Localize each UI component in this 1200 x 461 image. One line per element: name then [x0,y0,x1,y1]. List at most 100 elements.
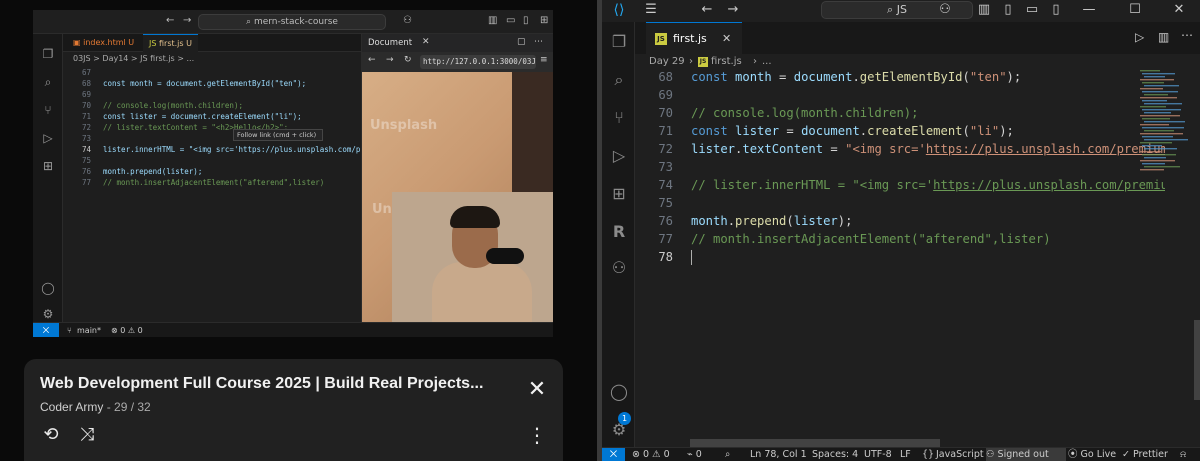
extensions-icon[interactable]: ⊞ [609,184,629,204]
code-text: // lister.innerHTML = "<img src='https:/… [691,178,1165,192]
language-mode[interactable]: JavaScript [936,448,984,461]
account-status[interactable]: ⚇ Signed out [986,448,1066,461]
playlist-title[interactable]: Web Development Full Course 2025 | Build… [40,375,520,393]
video-player-area: ← → ⌕ mern-stack-course ⚇ ▥ ▭ ▯ ⊞ ❐ ⌕ ⑂ … [0,0,600,461]
channel-name[interactable]: Coder Army [40,400,103,414]
ports-indicator[interactable]: ⌁ 0 [687,448,702,461]
zoom-icon[interactable]: ⌕ [725,448,730,461]
code-line[interactable]: 68 const month = document.getElementById(… [635,68,1165,86]
line-number: 68 [81,79,91,88]
code-text: lister.textContent = "<img src='https://… [691,142,1165,156]
run-debug-icon[interactable]: ▷ [609,146,629,166]
code-text [691,248,692,266]
maximize-icon[interactable]: ☐ [1126,2,1144,18]
code-line[interactable]: 69 [635,86,1165,104]
code-line: 71 const lister = document.createElement(… [63,111,363,122]
run-icon[interactable]: ▷ [1135,30,1144,44]
line-number: 73 [81,134,91,143]
copilot-chat-icon[interactable]: ⚇ [609,258,629,278]
encoding[interactable]: UTF-8 [864,448,892,461]
title-bar: ⟨⟩ ☰ ← → ⌕ JS ⚇ ▥ ▯ ▭ ▯ — ☐ ✕ [602,0,1200,22]
minimap[interactable] [1136,68,1196,178]
minimap-line [1144,166,1180,168]
search-icon[interactable]: ⌕ [609,70,629,90]
more-actions-icon[interactable]: ⋯ [1181,28,1193,42]
code-line[interactable]: 72 lister.textContent = "<img src='https:… [635,140,1165,158]
command-center-label: mern-stack-course [253,17,338,27]
tab-first-js: JS first.js U [143,34,198,52]
webcam-overlay [392,192,553,322]
tab-label: first.js U [158,39,192,48]
toggle-primary-sidebar-icon[interactable]: ▯ [999,2,1017,18]
video-frame[interactable]: ← → ⌕ mern-stack-course ⚇ ▥ ▭ ▯ ⊞ ❐ ⌕ ⑂ … [33,10,553,337]
search-text: JS [896,3,907,16]
minimap-line [1142,82,1164,84]
notifications-icon[interactable]: ⍾ [1180,448,1186,461]
source-control-icon: ⑂ [44,103,52,117]
code-line[interactable]: 71 const lister = document.createElement(… [635,122,1165,140]
code-line[interactable]: 76 month.prepend(lister); [635,212,1165,230]
copilot-icon[interactable]: ⚇ [936,2,954,18]
minimap-line [1142,91,1178,93]
minimap-line [1140,142,1172,144]
search-icon: ⌕ [44,75,52,89]
tab-label: index.html U [83,38,135,47]
minimap-line [1142,109,1181,111]
problems-indicator[interactable]: ⊗ 0 ⚠ 0 [632,448,670,461]
vertical-scrollbar[interactable] [1194,320,1200,400]
back-icon[interactable]: ← [698,2,716,18]
horizontal-scrollbar[interactable] [690,439,940,447]
forward-icon[interactable]: → [724,2,742,18]
indentation[interactable]: Spaces: 4 [812,448,858,461]
line-ending[interactable]: LF [900,448,911,461]
minimap-line [1142,118,1170,120]
repeat-icon[interactable]: ⟲ [40,424,62,446]
minimap-line [1144,94,1168,96]
menu-icon[interactable]: ☰ [642,2,660,18]
more-vert-icon[interactable]: ⋮ [526,424,548,446]
source-control-icon[interactable]: ⑂ [609,108,629,128]
explorer-icon[interactable]: ❐ [609,32,629,52]
vscode-window: ⟨⟩ ☰ ← → ⌕ JS ⚇ ▥ ▯ ▭ ▯ — ☐ ✕ ❐ ⌕ ⑂ ▷ ⊞ … [602,0,1200,461]
code-line[interactable]: 75 [635,194,1165,212]
shuffle-icon[interactable]: ⤨ [76,424,98,446]
toggle-sidebar-icon[interactable]: ▥ [975,2,993,18]
line-number: 72 [658,142,673,156]
code-line[interactable]: 73 [635,158,1165,176]
go-live[interactable]: ⦿ Go Live [1068,448,1116,461]
code-editor[interactable]: 68 const month = document.getElementById(… [635,68,1165,448]
code-text: // console.log(month.children); [691,106,919,120]
vscode-logo-icon: ⟨⟩ [613,2,625,18]
close-icon[interactable]: ✕ [1170,2,1188,18]
tab-first-js[interactable]: JS first.js ✕ [646,22,742,54]
lock-icon: ▢ [517,37,526,47]
toggle-secondary-sidebar-icon[interactable]: ▯ [1047,2,1065,18]
code-text: month.prepend(lister); [691,214,853,228]
code-line[interactable]: 70 // console.log(month.children); [635,104,1165,122]
code-line[interactable]: 74 // lister.innerHTML = "<img src='https… [635,176,1165,194]
code-line: 67 [63,67,363,78]
toggle-panel-icon[interactable]: ▭ [1023,2,1041,18]
line-number: 78 [658,250,673,264]
code-line[interactable]: 78 [635,248,1165,266]
go-live-label: Go Live [1080,449,1117,460]
minimize-icon[interactable]: — [1080,2,1098,18]
settings-icon[interactable]: ⚙ [609,420,629,440]
split-editor-icon[interactable]: ▥ [1158,30,1169,44]
menu-icon: ≡ [540,55,548,65]
r-language-icon[interactable]: R [609,222,629,242]
line-number: 71 [81,112,91,121]
prettier[interactable]: ✓ Prettier [1122,448,1168,461]
html-icon: ▣ [73,38,84,47]
account-icon[interactable]: ◯ [609,382,629,402]
code-line: 69 [63,89,363,100]
code-line[interactable]: 77 // month.insertAdjacentElement("aftere… [635,230,1165,248]
video-breadcrumb: 03JS > Day14 > JS first.js > ... [73,54,195,63]
run-debug-icon: ▷ [43,131,53,145]
cursor-position[interactable]: Ln 78, Col 1 [750,448,807,461]
close-icon[interactable]: ✕ [722,32,731,45]
close-icon[interactable]: ✕ [526,379,548,401]
tab-index-html: ▣ index.html U [67,34,140,52]
line-number: 74 [658,178,673,192]
remote-icon[interactable]: ⨉ [602,448,625,461]
